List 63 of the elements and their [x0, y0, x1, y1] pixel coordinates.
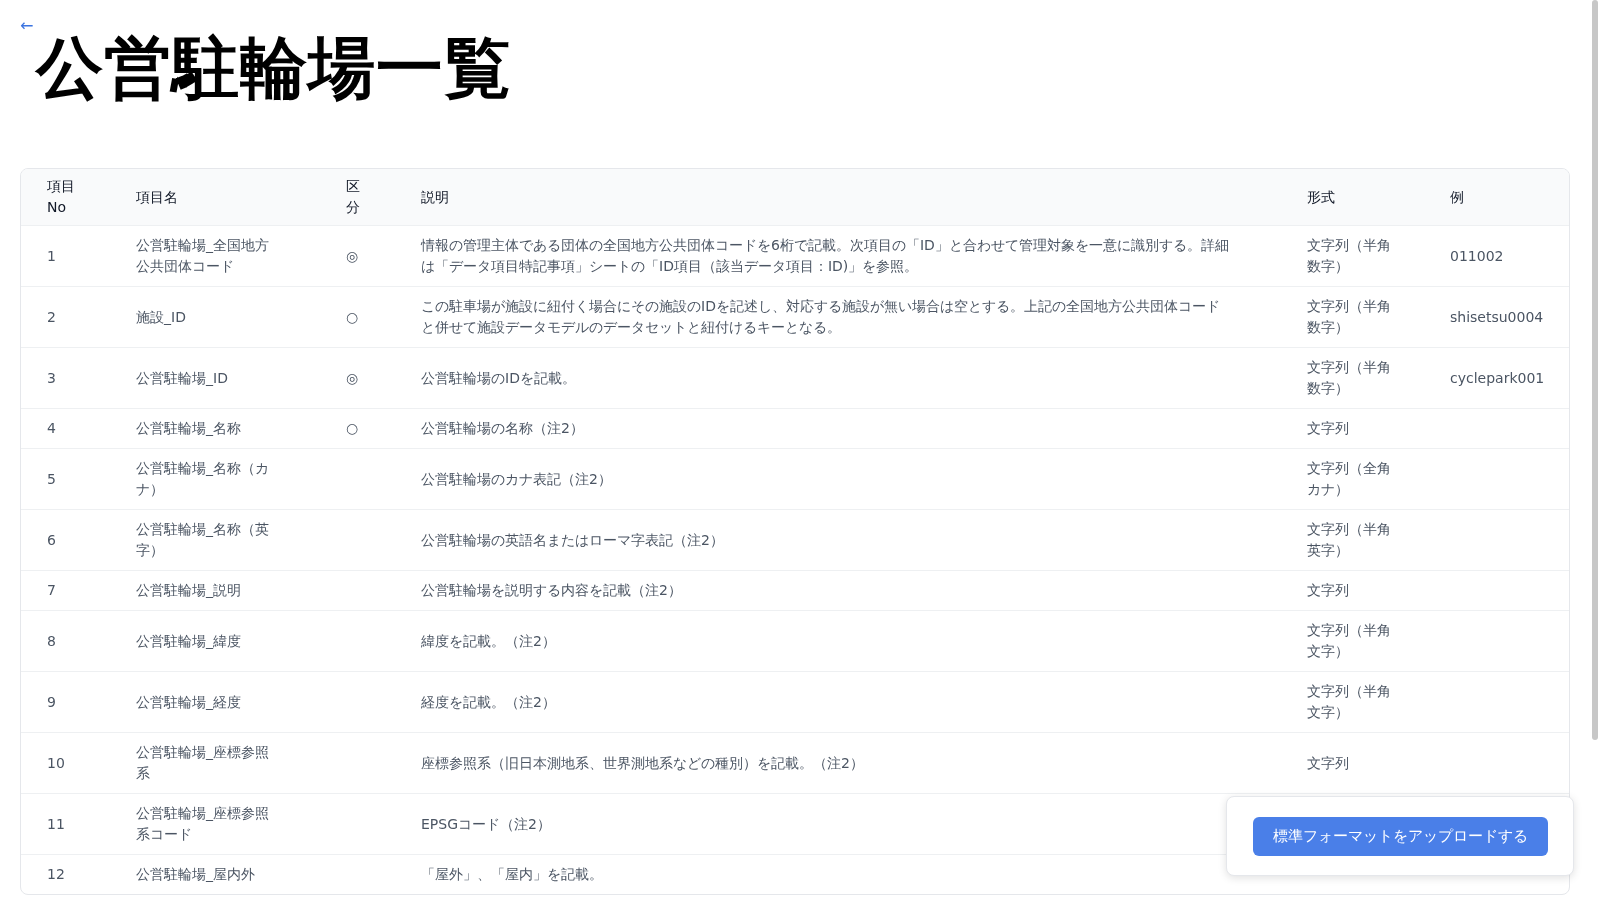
column-header: 例: [1450, 169, 1569, 226]
description: EPSGコード（注2）: [421, 815, 551, 832]
item-name: 公営駐輪場_名称: [136, 420, 241, 436]
description: 緯度を記載。（注2）: [421, 632, 556, 649]
back-link[interactable]: ←: [20, 17, 34, 35]
example: shisetsu0004: [1450, 308, 1544, 325]
column-header: 形式: [1307, 169, 1450, 226]
item-name: 公営駐輪場_名称（英字）: [136, 521, 269, 558]
item-number: 11: [47, 815, 65, 832]
category-mark: ◎: [346, 247, 359, 264]
scrollbar[interactable]: [1592, 0, 1598, 740]
item-number: 9: [47, 693, 56, 710]
description: 公営駐輪場を説明する内容を記載（注2）: [421, 582, 682, 598]
column-header: 区分: [346, 169, 421, 226]
item-number: 3: [47, 369, 56, 386]
item-number: 10: [47, 754, 65, 771]
description: 情報の管理主体である団体の全国地方公共団体コードを6桁で記載。次項目の「ID」と合わせて管理対象を一意に識別する。詳細は「データ項目特記事項」シートの「ID項目（該当データ項目：ID)」を参照。: [421, 237, 1229, 274]
item-name: 公営駐輪場_座標参照系コード: [136, 805, 269, 842]
format: 文字列（半角英字）: [1307, 521, 1391, 558]
item-name: 公営駐輪場_経度: [136, 693, 241, 710]
description: 経度を記載。（注2）: [421, 693, 556, 710]
format: 文字列（半角数字）: [1307, 237, 1391, 274]
description: 「屋外」、「屋内」を記載。: [421, 866, 603, 882]
format: 文字列: [1307, 420, 1349, 436]
format: 文字列: [1307, 754, 1349, 771]
item-name: 公営駐輪場_座標参照系: [136, 744, 269, 781]
upload-button[interactable]: 標準フォーマットをアップロードする: [1252, 816, 1548, 856]
column-header: 説明: [421, 169, 1307, 226]
item-name: 公営駐輪場_名称（カナ）: [136, 460, 269, 497]
item-name: 公営駐輪場_屋内外: [136, 866, 255, 882]
item-name: 公営駐輪場_緯度: [136, 632, 241, 649]
item-number: 1: [47, 247, 56, 264]
item-number: 6: [47, 531, 56, 548]
column-header: 項目No: [21, 169, 136, 226]
description: 公営駐輪場の名称（注2）: [421, 420, 584, 436]
item-name: 施設_ID: [136, 308, 186, 325]
item-number: 2: [47, 308, 56, 325]
category-mark: ◎: [346, 369, 359, 386]
item-number: 5: [47, 470, 56, 487]
description: 公営駐輪場の英語名またはローマ字表記（注2）: [421, 531, 724, 548]
description: 公営駐輪場のIDを記載。: [421, 369, 576, 386]
example: cyclepark001: [1450, 369, 1545, 386]
item-name: 公営駐輪場_ID: [136, 369, 228, 386]
format: 文字列（半角文字）: [1307, 622, 1391, 659]
format: 文字列（半角文字）: [1307, 683, 1391, 720]
category-mark: ○: [346, 420, 359, 436]
category-mark: ○: [346, 308, 359, 325]
format: 文字列（半角数字）: [1307, 359, 1391, 396]
column-header: 項目名: [136, 169, 346, 226]
format: 文字列（全角カナ）: [1307, 460, 1391, 497]
item-number: 8: [47, 632, 56, 649]
format: 文字列: [1307, 582, 1349, 598]
item-name: 公営駐輪場_全国地方公共団体コード: [136, 237, 269, 274]
page-title: 公営駐輪場一覧: [36, 35, 513, 102]
description: この駐車場が施設に紐付く場合にその施設のIDを記述し、対応する施設が無い場合は空とする。上記の全国地方公共団体コードと併せて施設データモデルのデータセットと紐付けるキーとなる。: [421, 298, 1220, 335]
format: 文字列（半角数字）: [1307, 298, 1391, 335]
item-number: 4: [47, 420, 56, 436]
description: 公営駐輪場のカナ表記（注2）: [421, 470, 612, 487]
description: 座標参照系（旧日本測地系、世界測地系などの種別）を記載。（注2）: [421, 754, 864, 771]
item-number: 7: [47, 582, 56, 598]
item-number: 12: [47, 866, 65, 882]
item-name: 公営駐輪場_説明: [136, 582, 241, 598]
example: 011002: [1450, 247, 1504, 264]
